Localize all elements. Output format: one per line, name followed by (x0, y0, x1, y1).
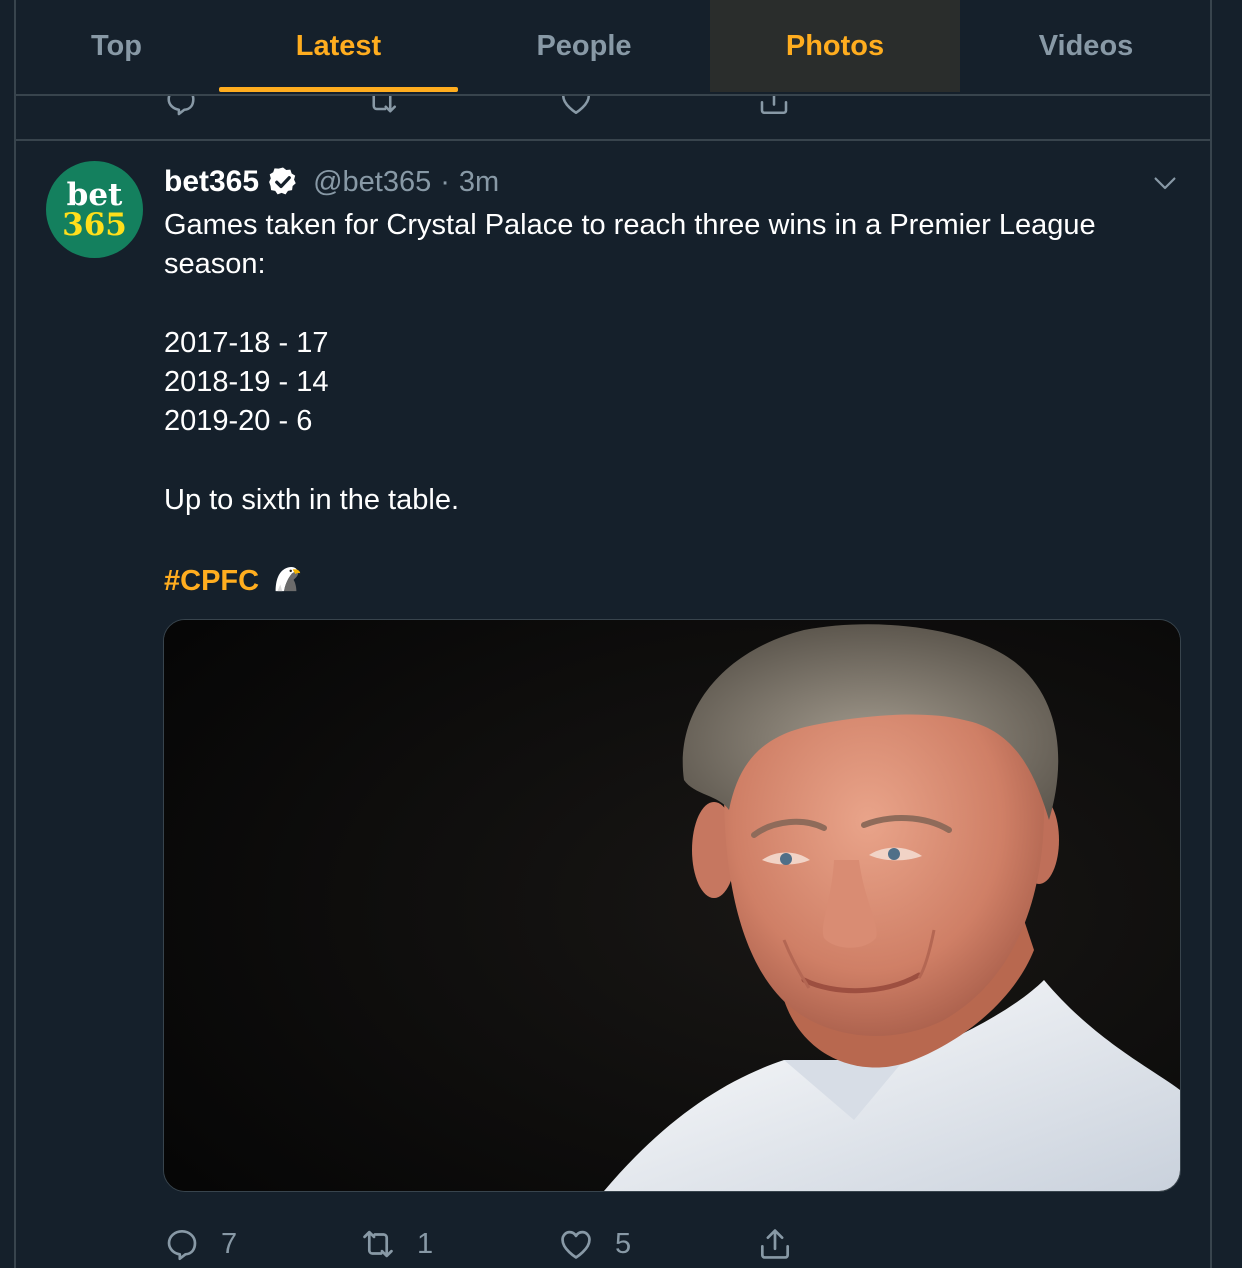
user-handle[interactable]: @bet365 (313, 166, 431, 199)
display-name[interactable]: bet365 (164, 165, 259, 199)
verified-badge-icon (269, 167, 296, 195)
tab-photos[interactable]: Photos (710, 0, 960, 92)
retweet-button[interactable]: 1 (359, 1222, 433, 1266)
reply-icon[interactable] (163, 96, 199, 118)
tweet-text-line: 2018-19 - 14 (164, 366, 329, 399)
eagle-emoji-icon (275, 566, 301, 591)
tweet-text-line (164, 520, 1174, 559)
tweet-text-line (164, 442, 1174, 481)
tweet-text-line: Up to sixth in the table. (164, 484, 459, 517)
tab-label: Photos (785, 29, 885, 62)
like-button[interactable]: 5 (557, 1222, 631, 1266)
tab-label: Top (91, 29, 142, 62)
share-button[interactable] (756, 1222, 794, 1266)
tab-people[interactable]: People (458, 0, 710, 92)
reply-icon (167, 1229, 197, 1261)
tweet-text-line: season: (164, 248, 266, 281)
active-tab-indicator (219, 87, 458, 92)
tweet-photo[interactable] (163, 619, 1181, 1192)
separator-dot: · (440, 165, 450, 198)
tweet-text-line: 2019-20 - 6 (164, 405, 313, 438)
share-icon[interactable] (756, 96, 792, 118)
retweet-icon[interactable] (364, 96, 400, 118)
like-count: 5 (615, 1227, 632, 1260)
tweet-header: bet365 @bet365 · 3m (164, 162, 499, 202)
heart-icon[interactable] (558, 96, 594, 118)
timeline-border-left (14, 0, 16, 1268)
share-icon (760, 1229, 790, 1259)
hashtag-link[interactable]: #CPFC (164, 565, 259, 597)
tab-top[interactable]: Top (14, 0, 219, 92)
tab-videos[interactable]: Videos (960, 0, 1212, 92)
tab-latest[interactable]: Latest (219, 0, 458, 92)
tweet-text: Games taken for Crystal Palace to reach … (164, 206, 1174, 601)
reply-button[interactable]: 7 (163, 1222, 237, 1266)
previous-tweet-actions (16, 96, 1210, 139)
chevron-down-icon[interactable] (1150, 168, 1180, 198)
avatar-text-line2: 365 (62, 206, 127, 243)
avatar[interactable]: bet 365 (46, 161, 143, 258)
tab-label: Latest (295, 29, 382, 62)
tab-label: People (536, 29, 632, 62)
tweet-text-line (164, 285, 1174, 324)
tweet-text-line: 2017-18 - 17 (164, 326, 329, 359)
reply-count: 7 (221, 1227, 238, 1260)
tweet-timestamp[interactable]: 3m (459, 166, 499, 199)
tweet-divider (14, 139, 1212, 141)
tweet-text-line: Games taken for Crystal Palace to reach … (164, 209, 1096, 241)
search-tabs: Top Latest People Photos Videos (14, 0, 1212, 94)
hashtag-line: #CPFC (164, 560, 1174, 601)
retweet-count: 1 (417, 1227, 434, 1260)
photo-image (164, 620, 1180, 1191)
retweet-icon (363, 1230, 393, 1258)
timeline-border-right (1210, 0, 1212, 1268)
heart-icon (561, 1230, 591, 1259)
tab-label: Videos (1038, 29, 1134, 62)
